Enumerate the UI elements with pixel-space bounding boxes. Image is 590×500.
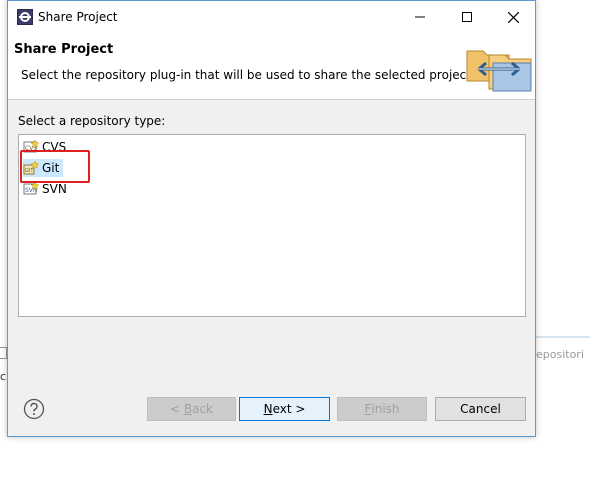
cancel-button[interactable]: Cancel	[435, 397, 526, 421]
window-title: Share Project	[38, 10, 118, 24]
repository-type-label: Select a repository type:	[18, 114, 166, 128]
repository-type-list[interactable]: CVS CVS GIT Git SVN SVN	[18, 134, 526, 317]
wizard-header: Share Project Select the repository plug…	[8, 33, 535, 100]
minimize-icon	[415, 16, 425, 18]
maximize-icon	[462, 12, 472, 22]
background-window-text: epositori	[536, 348, 584, 361]
close-button[interactable]	[490, 1, 536, 33]
title-bar: Share Project	[8, 1, 535, 33]
eclipse-app-icon	[17, 9, 33, 25]
wizard-page-title: Share Project	[14, 42, 114, 57]
finish-mnemonic: F	[364, 402, 372, 416]
background-window-checkbox	[0, 347, 7, 359]
svn-icon: SVN	[23, 181, 39, 195]
back-prefix: <	[169, 402, 184, 416]
back-rest: ack	[192, 402, 213, 416]
wizard-page-description: Select the repository plug-in that will …	[21, 68, 475, 82]
background-window-left-text: c	[0, 370, 7, 383]
annotation-highlight-box	[20, 150, 90, 183]
help-icon[interactable]	[23, 398, 45, 420]
next-mnemonic: N	[263, 402, 273, 416]
minimize-button[interactable]	[397, 1, 443, 33]
maximize-button[interactable]	[444, 1, 490, 33]
next-rest: ext >	[272, 402, 306, 416]
close-icon	[507, 11, 519, 23]
share-folders-icon	[466, 50, 532, 92]
back-mnemonic: B	[183, 402, 193, 416]
background-window-strip	[536, 336, 590, 338]
share-project-dialog: Share Project Share Project Select the r…	[7, 0, 536, 437]
finish-rest: inish	[371, 402, 400, 416]
next-button[interactable]: Next >	[239, 397, 330, 421]
back-button[interactable]: < Back	[147, 397, 236, 421]
finish-button[interactable]: Finish	[337, 397, 427, 421]
